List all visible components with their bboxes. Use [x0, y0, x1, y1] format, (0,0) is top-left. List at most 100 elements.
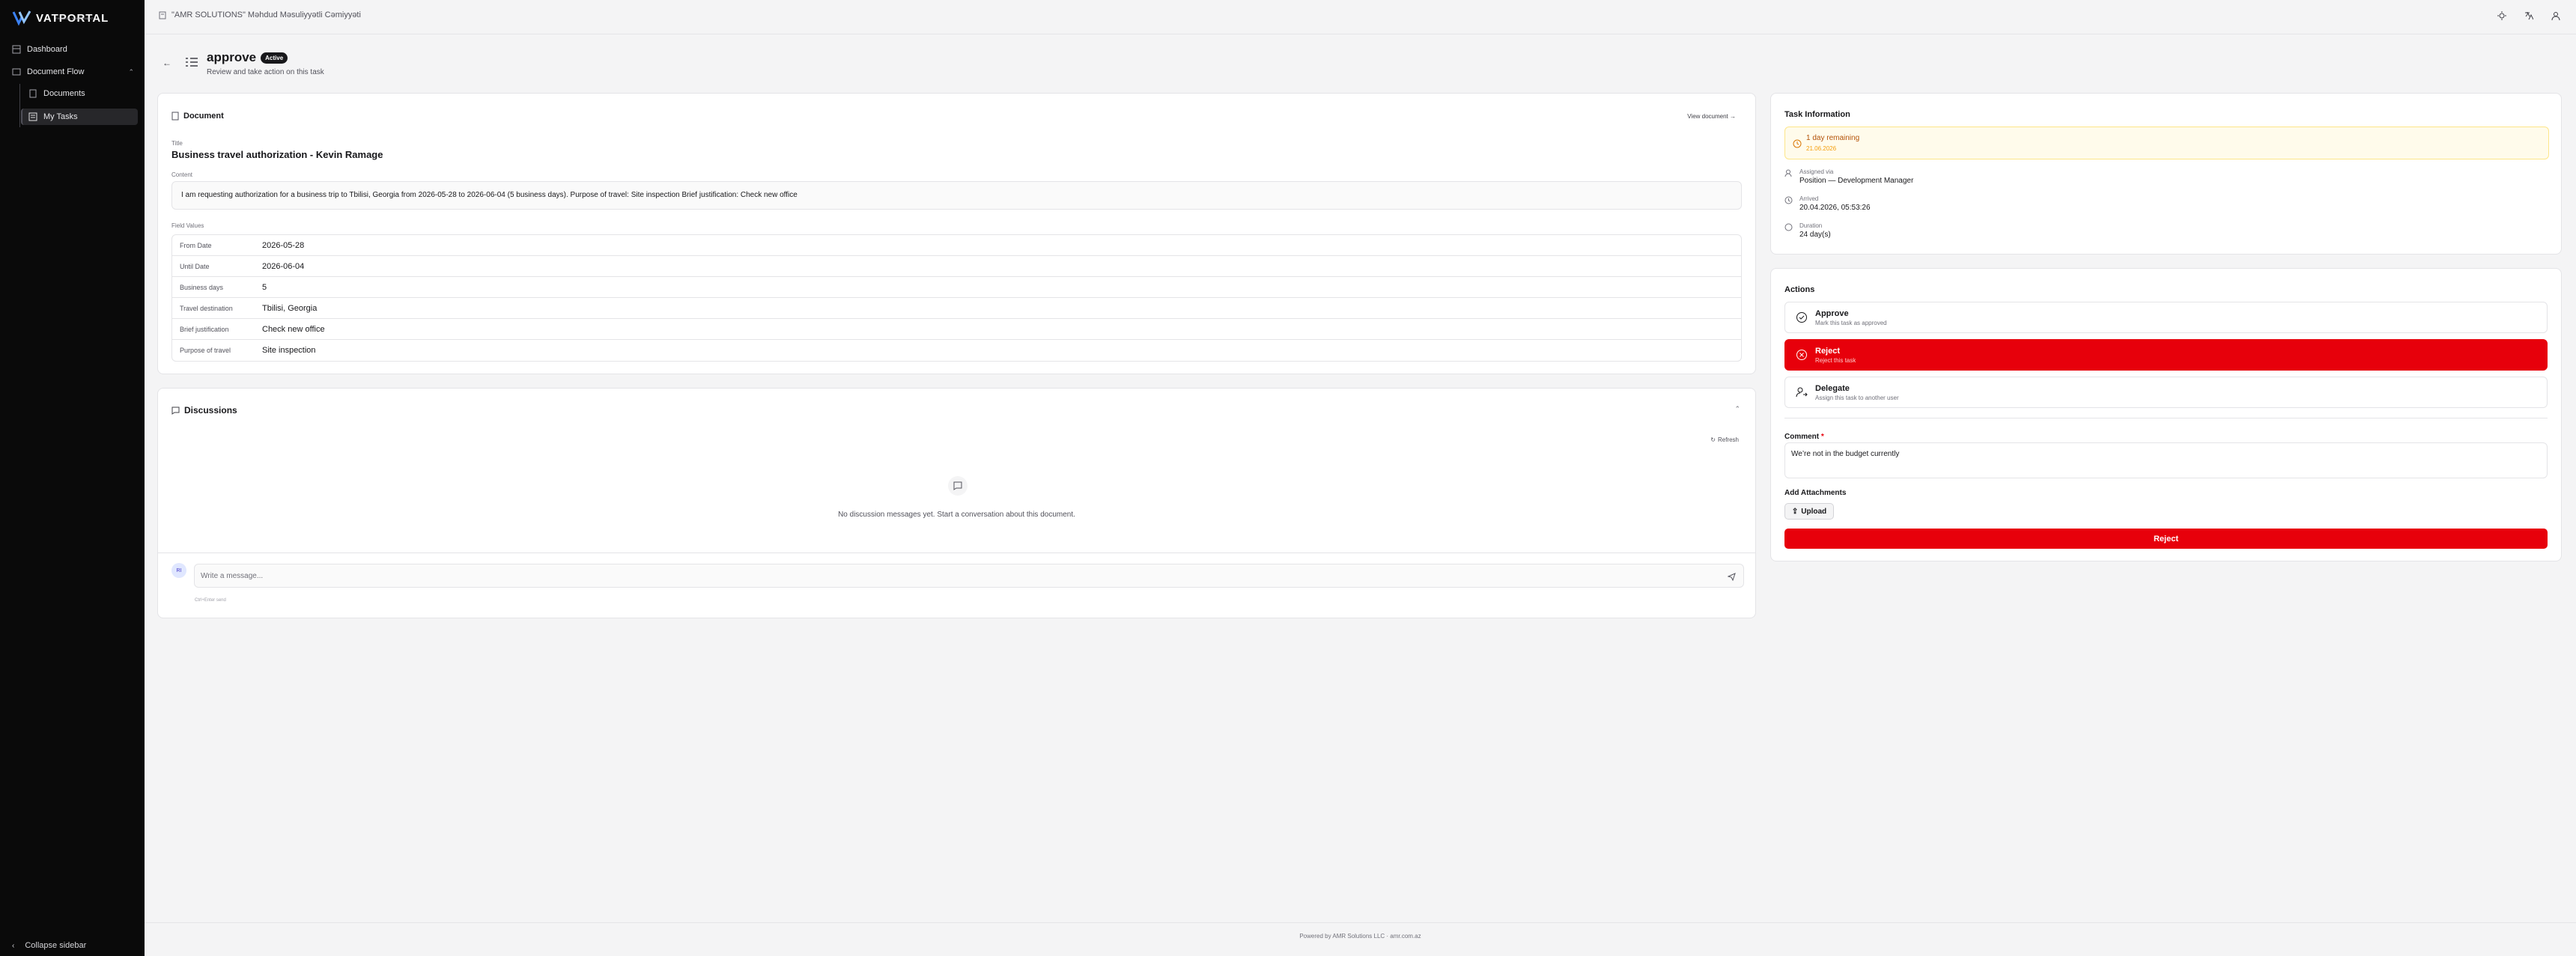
upload-label: Upload — [1801, 507, 1827, 516]
discussions-heading: Discussions — [184, 405, 237, 415]
page-title: approve — [207, 50, 257, 64]
comment-textarea[interactable]: We’re not in the budget currently — [1784, 442, 2548, 478]
footer-divider — [145, 922, 2576, 923]
collapse-sidebar-button[interactable]: ‹ Collapse sidebar — [12, 941, 86, 950]
task-list-icon — [186, 58, 198, 67]
topbar: "AMR SOLUTIONS" Məhdud Məsuliyyətli Cəmi… — [145, 0, 2576, 34]
back-button[interactable]: ← — [162, 58, 171, 68]
actions-card: Actions Approve Mark this task as approve… — [1770, 268, 2562, 561]
empty-state-text: No discussion messages yet. Start a conv… — [838, 511, 1075, 519]
send-hint: Ctrl+Enter send — [195, 598, 226, 603]
building-icon — [159, 11, 166, 19]
sidebar: VATPORTAL FINANCIAL MANAGEMENT Dashboard… — [0, 0, 145, 956]
document-icon — [171, 112, 179, 121]
field-key: Purpose of travel — [180, 347, 231, 354]
submit-label: Reject — [2153, 534, 2179, 544]
arrived-label: Arrived — [1799, 195, 1819, 202]
required-mark: * — [1820, 433, 1824, 441]
page-subtitle: Review and take action on this task — [207, 68, 324, 76]
avatar: RI — [171, 563, 186, 578]
organization-name: "AMR SOLUTIONS" Məhdud Məsuliyyətli Cəmi… — [171, 10, 361, 19]
sidebar-item-label: Document Flow — [27, 67, 85, 76]
user-icon — [1784, 169, 1792, 177]
remaining-date: 21.06.2026 — [1806, 145, 1837, 152]
message-icon — [171, 407, 180, 415]
table-row: Business days 5 — [172, 277, 1741, 298]
organization-selector[interactable]: "AMR SOLUTIONS" Məhdud Məsuliyyətli Cəmi… — [158, 10, 361, 19]
discussions-card: Discussions ⌃ ↻ Refresh No discussion me… — [157, 388, 1756, 618]
refresh-button[interactable]: ↻ Refresh — [1710, 436, 1739, 443]
upload-icon: ⇪ — [1791, 507, 1799, 516]
sidebar-item-documents[interactable]: Documents — [27, 85, 138, 102]
logo-icon — [12, 10, 31, 26]
attachments-label: Add Attachments — [1784, 489, 1847, 497]
duration-value: 24 day(s) — [1799, 231, 1831, 239]
logo-subtitle: FINANCIAL MANAGEMENT — [55, 16, 94, 20]
view-document-link[interactable]: View document → — [1687, 113, 1736, 120]
comment-text: We’re not in the budget currently — [1791, 450, 1900, 458]
table-row: Until Date 2026-06-04 — [172, 256, 1741, 277]
approve-desc: Mark this task as approved — [1815, 319, 1887, 326]
content-label: Content — [171, 171, 193, 178]
sidebar-item-my-tasks[interactable]: My Tasks — [21, 109, 138, 125]
collapse-sidebar-label: Collapse sidebar — [25, 941, 87, 950]
approve-option[interactable]: Approve Mark this task as approved — [1784, 302, 2548, 333]
chevron-up-icon: ⌃ — [128, 67, 134, 76]
document-title: Business travel authorization - Kevin Ra… — [171, 149, 383, 160]
tasks-icon — [28, 112, 37, 121]
table-row: From Date 2026-05-28 — [172, 235, 1741, 256]
document-heading: Document — [183, 112, 224, 121]
theme-toggle-icon[interactable] — [2497, 10, 2507, 21]
field-key: Travel destination — [180, 304, 233, 312]
language-icon[interactable] — [2524, 10, 2534, 21]
field-value: Tbilisi, Georgia — [262, 303, 318, 313]
table-row: Purpose of travel Site inspection — [172, 340, 1741, 361]
table-row: Travel destination Tbilisi, Georgia — [172, 298, 1741, 319]
reject-option[interactable]: Reject Reject this task — [1784, 339, 2548, 371]
comment-label-text: Comment — [1784, 433, 1820, 441]
send-icon[interactable] — [1728, 573, 1736, 581]
duration-label: Duration — [1799, 222, 1823, 229]
arrived-value: 20.04.2026, 05:53:26 — [1799, 204, 1871, 212]
table-row: Brief justification Check new office — [172, 319, 1741, 340]
chevron-up-icon[interactable]: ⌃ — [1734, 405, 1740, 413]
clock-icon — [1784, 196, 1793, 204]
field-value: Check new office — [262, 324, 325, 334]
submit-reject-button[interactable]: Reject — [1784, 529, 2548, 549]
delegate-option[interactable]: Delegate Assign this task to another user — [1784, 377, 2548, 408]
field-key: Brief justification — [180, 325, 229, 333]
assigned-value: Position — Development Manager — [1799, 177, 1914, 185]
nav-tree-line — [19, 84, 20, 127]
field-key: From Date — [180, 241, 212, 249]
deadline-alert: 1 day remaining 21.06.2026 — [1784, 127, 2549, 159]
sidebar-item-dashboard[interactable]: Dashboard — [10, 41, 138, 58]
task-info-heading: Task Information — [1784, 110, 1850, 119]
field-value: 2026-06-04 — [262, 261, 305, 271]
field-key: Business days — [180, 283, 224, 291]
user-icon[interactable] — [2551, 10, 2561, 21]
content-text: I am requesting authorization for a busi… — [181, 191, 798, 199]
timer-icon — [1784, 223, 1793, 231]
field-value: 2026-05-28 — [262, 240, 305, 250]
field-values-table: From Date 2026-05-28 Until Date 2026-06-04… — [171, 234, 1742, 362]
task-info-card: Task Information 1 day remaining 21.06.2… — [1770, 93, 2562, 255]
user-arrow-icon — [1796, 387, 1808, 398]
refresh-label: Refresh — [1717, 436, 1739, 443]
reject-label: Reject — [1815, 346, 1841, 356]
comment-label: Comment * — [1784, 433, 1824, 441]
x-circle-icon — [1796, 350, 1807, 360]
approve-label: Approve — [1815, 308, 1849, 318]
message-placeholder: Write a message... — [201, 572, 264, 580]
document-content: I am requesting authorization for a busi… — [171, 181, 1742, 210]
sidebar-item-document-flow[interactable]: Document Flow ⌃ — [10, 64, 134, 80]
document-icon — [29, 89, 37, 98]
field-value: Site inspection — [262, 346, 316, 355]
upload-button[interactable]: ⇪ Upload — [1784, 503, 1834, 520]
sidebar-item-label: My Tasks — [43, 112, 78, 121]
sidebar-item-label: Documents — [43, 89, 85, 98]
remaining-text: 1 day remaining — [1806, 134, 1860, 142]
sidebar-item-label: Dashboard — [27, 45, 67, 54]
message-input[interactable]: Write a message... — [194, 564, 1744, 588]
reject-desc: Reject this task — [1815, 356, 1856, 364]
dashboard-icon — [12, 45, 21, 54]
